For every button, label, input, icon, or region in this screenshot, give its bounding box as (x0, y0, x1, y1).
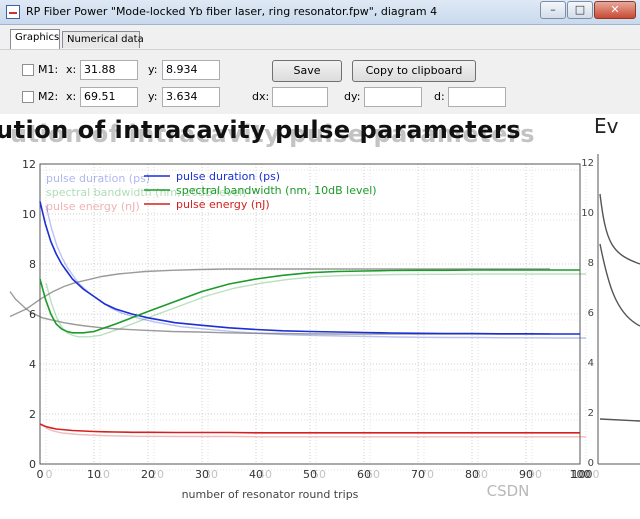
minimize-button[interactable]: – (540, 1, 566, 19)
x-tick-label-ghost: 50 (312, 468, 326, 481)
dx-field[interactable] (272, 87, 328, 107)
right-panel-tick: 10 (581, 208, 594, 219)
x-tick-label-ghost: 100 (579, 468, 600, 481)
legend-label-ghost: pulse duration (ps) (46, 172, 150, 185)
watermark: CSDN (487, 482, 530, 500)
dx-label: dx: (252, 90, 270, 103)
m2-checkbox[interactable] (22, 91, 34, 103)
window-titlebar[interactable]: RP Fiber Power "Mode-locked Yb fiber las… (0, 0, 640, 25)
right-panel-tick: 6 (588, 308, 594, 319)
tab-strip: Graphics Numerical data (0, 25, 640, 49)
diagram-canvas[interactable]: ution of intracavity pulse parameters ut… (0, 114, 640, 519)
chart-legend: pulse duration (ps)pulse duration (ps)sp… (46, 170, 377, 213)
dy-field[interactable] (364, 87, 422, 107)
app-icon (6, 5, 20, 19)
tab-graphics[interactable]: Graphics (10, 29, 60, 49)
m1-x-label: x: (66, 63, 77, 76)
y-tick-label: 8 (29, 258, 36, 271)
x-tick-label-ghost: 70 (420, 468, 434, 481)
right-panel-tick: 12 (581, 158, 594, 169)
close-button[interactable]: ✕ (594, 1, 636, 19)
m2-y-label: y: (148, 90, 158, 103)
copy-to-clipboard-button[interactable]: Copy to clipboard (352, 60, 476, 82)
tab-numerical-data[interactable]: Numerical data (62, 31, 144, 48)
m2-x-field[interactable]: 69.51 (80, 87, 138, 107)
legend-label: pulse energy (nJ) (176, 198, 270, 211)
d-field[interactable] (448, 87, 506, 107)
m1-y-field[interactable]: 8.934 (162, 60, 220, 80)
right-panel-tick: 4 (588, 358, 594, 369)
m1-label: M1: (38, 63, 59, 76)
x-tick-label-ghost: 10 (96, 468, 110, 481)
marker-controls: M1: x: 31.88 y: 8.934 Save Copy to clipb… (0, 49, 640, 115)
right-panel-curve (599, 418, 640, 422)
x-tick-label: 0 (37, 468, 44, 481)
x-tick-label-ghost: 80 (474, 468, 488, 481)
x-tick-label-ghost: 30 (204, 468, 218, 481)
y-tick-label: 4 (29, 358, 36, 371)
y-tick-label: 12 (22, 158, 36, 171)
m2-y-field[interactable]: 3.634 (162, 87, 220, 107)
x-tick-label-ghost: 20 (150, 468, 164, 481)
chart-ghost-layer (9, 205, 586, 438)
d-label: d: (434, 90, 445, 103)
m2-x-label: x: (66, 90, 77, 103)
x-axis-label: number of resonator round trips (182, 488, 359, 501)
y-tick-label: 2 (29, 408, 36, 421)
right-panel-curve (599, 193, 640, 265)
m1-checkbox[interactable] (22, 64, 34, 76)
right-panel-curve (599, 243, 640, 327)
x-tick-label-ghost: 60 (366, 468, 380, 481)
x-tick-label-ghost: 40 (258, 468, 272, 481)
y-tick-label: 10 (22, 208, 36, 221)
dy-label: dy: (344, 90, 361, 103)
line-chart[interactable]: 121086420100 0 0 1010 2020 3030 4040 5050 6060 7… (0, 114, 640, 519)
m1-y-label: y: (148, 63, 158, 76)
window-title: RP Fiber Power "Mode-locked Yb fiber las… (26, 5, 438, 18)
legend-label: pulse duration (ps) (176, 170, 280, 183)
right-side-panel: 121086420100 (572, 154, 640, 481)
x-tick-label-ghost: 0 (46, 468, 53, 481)
m1-x-field[interactable]: 31.88 (80, 60, 138, 80)
maximize-button[interactable]: □ (567, 1, 593, 19)
y-tick-label: 0 (29, 458, 36, 471)
ghost-curve (9, 291, 550, 335)
legend-label-ghost: pulse energy (nJ) (46, 200, 140, 213)
right-panel-tick: 8 (588, 258, 594, 269)
y-tick-label: 6 (29, 308, 36, 321)
x-tick-label-ghost: 90 (528, 468, 542, 481)
m2-label: M2: (38, 90, 59, 103)
save-button[interactable]: Save (272, 60, 342, 82)
right-panel-tick: 2 (588, 408, 594, 419)
